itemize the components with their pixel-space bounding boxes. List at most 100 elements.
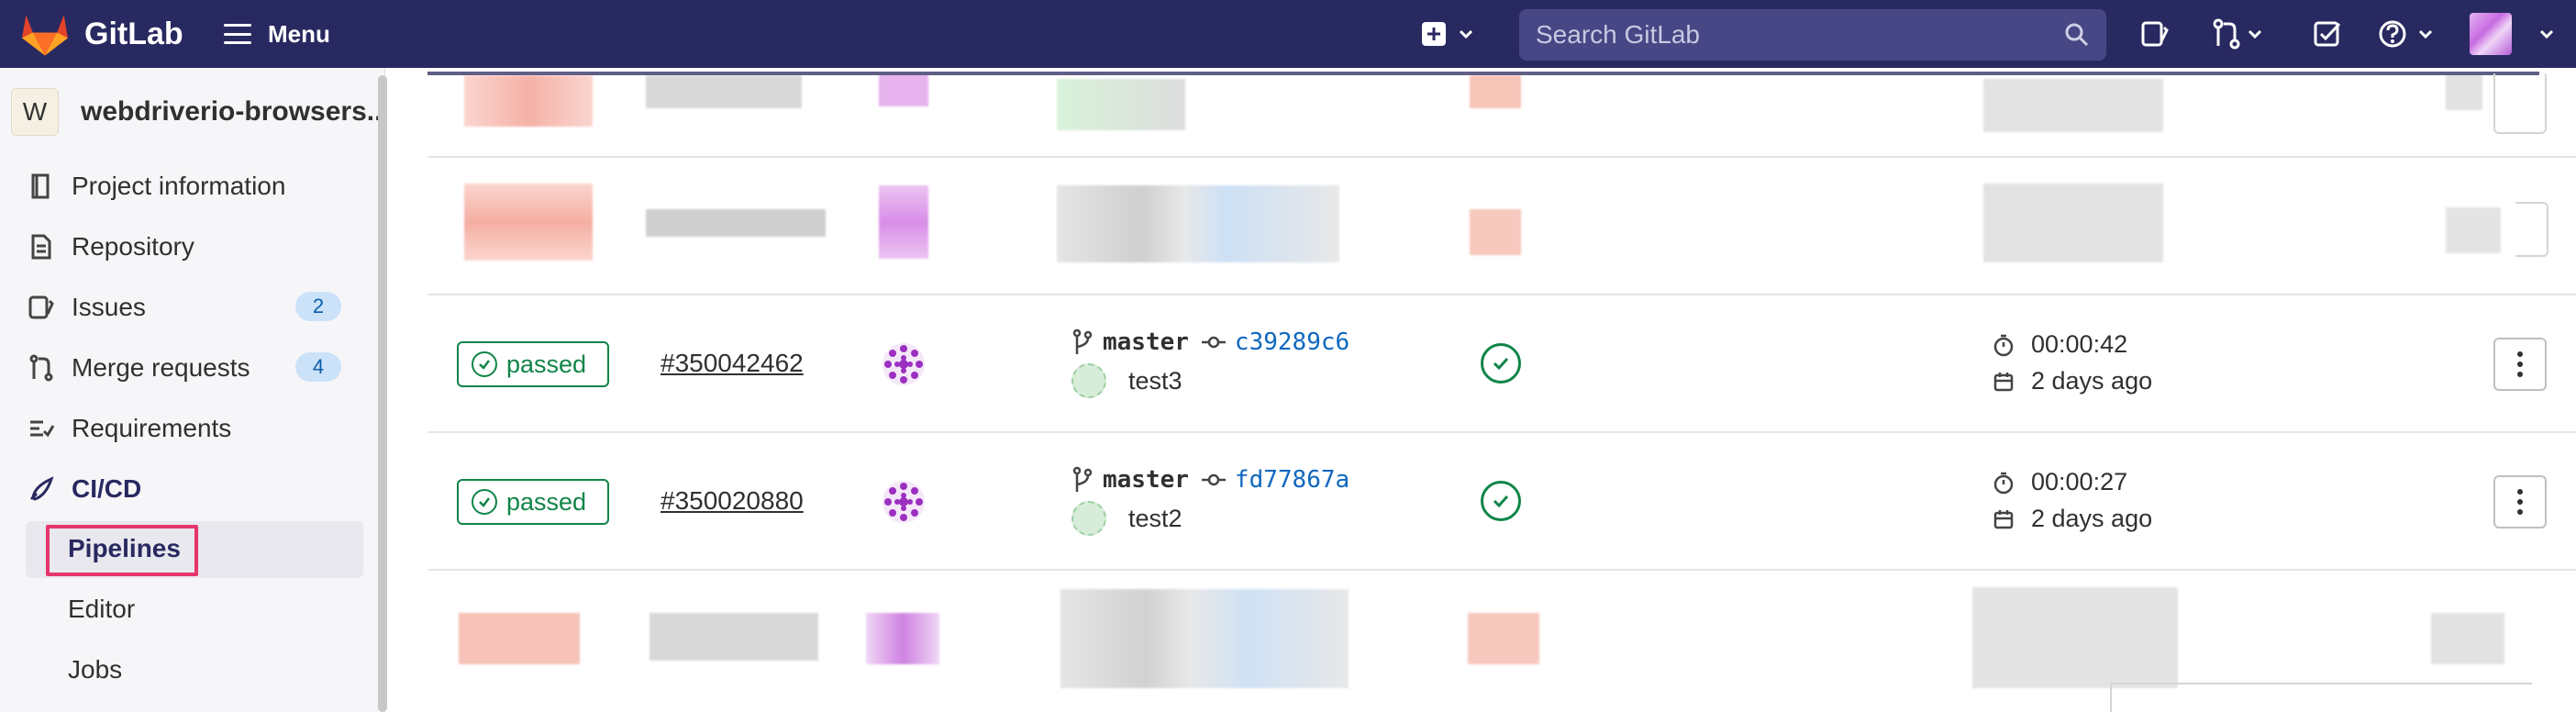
top-navbar: GitLab Menu Search GitLab	[0, 0, 2576, 68]
row-divider	[427, 156, 2576, 158]
sidebar-scrollbar[interactable]	[378, 75, 387, 712]
redacted-avatar	[879, 185, 928, 259]
triggerer-avatar[interactable]	[881, 341, 927, 387]
check-circle-icon	[472, 489, 497, 515]
timer-icon	[1993, 472, 2014, 494]
duration: 00:00:27	[1993, 468, 2127, 496]
sidebar-item-label: CI/CD	[72, 474, 142, 503]
status-label: passed	[506, 350, 587, 378]
redacted-duration	[1983, 184, 2163, 262]
redacted-stage	[1468, 613, 1539, 664]
merge-request-icon	[26, 352, 57, 384]
commit-icon	[1201, 336, 1226, 349]
commit-author-avatar[interactable]	[1071, 501, 1106, 536]
triggerer-avatar[interactable]	[881, 479, 927, 525]
commit-title[interactable]: test3	[1128, 367, 1183, 395]
branch-icon	[1072, 466, 1093, 492]
redacted-dropdown-edge	[2110, 683, 2532, 712]
finished-value: 2 days ago	[2031, 367, 2153, 395]
sidebar-item-label: Project information	[72, 172, 286, 200]
branch-icon	[1072, 328, 1093, 354]
document-icon	[26, 231, 57, 262]
todo-check-icon	[2314, 21, 2341, 47]
commit-title[interactable]: test2	[1128, 505, 1183, 533]
menu-button[interactable]: Menu	[224, 13, 330, 55]
search-placeholder: Search GitLab	[1536, 20, 1700, 49]
sidebar-item-issues[interactable]: Issues	[26, 284, 146, 330]
chevron-down-icon	[2539, 29, 2554, 39]
project-avatar: W	[11, 88, 59, 136]
sidebar-item-label: Merge requests	[72, 353, 250, 382]
project-link[interactable]: W webdriverio-browsers..	[11, 88, 382, 136]
merge-requests-count-badge: 4	[295, 352, 341, 382]
commit-author-avatar[interactable]	[1071, 363, 1106, 398]
duration-value: 00:00:42	[2031, 330, 2128, 358]
row-divider	[427, 569, 2576, 571]
sticky-header-edge	[427, 72, 2539, 75]
duration: 00:00:42	[1993, 330, 2127, 359]
redacted-avatar	[879, 73, 928, 106]
requirements-icon	[26, 413, 57, 444]
duration-value: 00:00:27	[2031, 468, 2128, 495]
branch-ref[interactable]: master fd77867a	[1071, 466, 1349, 494]
redacted-avatar	[866, 613, 939, 664]
stage-status-icon[interactable]	[1481, 481, 1521, 521]
status-label: passed	[506, 487, 587, 516]
redacted-stage	[1470, 209, 1521, 255]
check-icon	[1493, 357, 1509, 371]
search-icon	[2065, 23, 2089, 47]
pipelines-highlight-annotation	[46, 525, 198, 576]
branch-ref[interactable]: master c39289c6	[1071, 328, 1349, 356]
row-divider	[427, 294, 2576, 295]
issues-count-badge: 2	[295, 292, 341, 321]
sidebar-item-label: Repository	[72, 232, 194, 261]
calendar-icon	[1993, 509, 2014, 528]
hamburger-icon	[224, 24, 251, 44]
status-badge[interactable]: passed	[457, 479, 609, 525]
commit-sha-link[interactable]: c39289c6	[1235, 328, 1349, 356]
menu-label: Menu	[268, 19, 330, 48]
book-icon	[26, 171, 57, 202]
create-new-button[interactable]	[1420, 17, 1477, 51]
redacted-pipeline-id	[646, 209, 826, 237]
search-bar[interactable]: Search GitLab	[1519, 9, 2106, 61]
pipeline-actions-button[interactable]	[2493, 338, 2547, 391]
pipeline-id-link[interactable]: #350042462	[661, 349, 804, 378]
merge-request-icon	[2213, 18, 2262, 50]
commit-sha-link[interactable]: fd77867a	[1235, 466, 1349, 494]
sidebar-item-cicd[interactable]: CI/CD	[26, 466, 141, 512]
issues-nav-button[interactable]	[2139, 17, 2171, 51]
pipeline-id-link[interactable]: #350020880	[661, 486, 804, 516]
stage-status-icon[interactable]	[1481, 343, 1521, 384]
finished-value: 2 days ago	[2031, 505, 2153, 532]
help-question-icon	[2379, 20, 2433, 48]
sidebar-item-project-information[interactable]: Project information	[26, 163, 285, 209]
status-badge[interactable]: passed	[457, 341, 609, 387]
user-avatar-menu[interactable]	[2470, 13, 2512, 55]
redacted-actions	[2446, 73, 2482, 110]
redacted-kebab	[2493, 73, 2547, 134]
merge-requests-nav-button[interactable]	[2211, 17, 2266, 51]
help-nav-button[interactable]	[2378, 17, 2438, 51]
user-menu-caret[interactable]	[2537, 17, 2556, 51]
row-divider	[427, 431, 2576, 433]
redacted-duration	[1972, 587, 2178, 688]
commit-info: test3	[1071, 363, 1183, 398]
redacted-commit	[1057, 185, 1339, 262]
redacted-duration	[1983, 79, 2163, 132]
issues-icon	[2141, 21, 2169, 47]
sidebar-subitem-jobs[interactable]: Jobs	[68, 655, 122, 684]
brand-name: GitLab	[84, 16, 183, 51]
sidebar-item-merge-requests[interactable]: Merge requests	[26, 345, 250, 391]
sidebar-item-requirements[interactable]: Requirements	[26, 406, 231, 451]
redacted-commit	[1060, 589, 1349, 688]
pipeline-actions-button[interactable]	[2493, 475, 2547, 528]
commit-icon	[1201, 473, 1226, 486]
sidebar-subitem-editor[interactable]: Editor	[68, 595, 135, 624]
plus-square-icon	[1422, 22, 1473, 46]
redacted-status	[464, 75, 593, 127]
todos-nav-button[interactable]	[2312, 17, 2343, 51]
redacted-actions	[2446, 207, 2501, 253]
sidebar-item-repository[interactable]: Repository	[26, 224, 194, 270]
gitlab-home-link[interactable]: GitLab	[20, 9, 183, 59]
